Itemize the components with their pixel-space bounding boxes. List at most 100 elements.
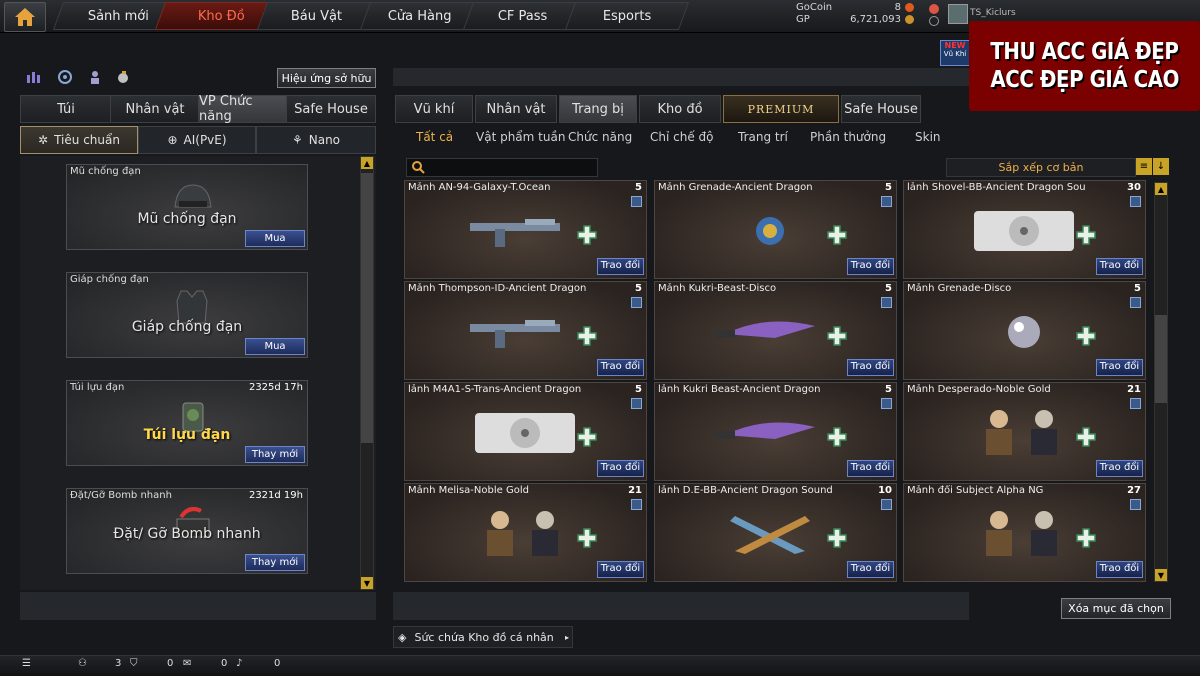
trash-icon[interactable] xyxy=(881,297,892,308)
trash-icon[interactable] xyxy=(1130,398,1141,409)
menu-icon[interactable]: ☰ xyxy=(22,658,31,669)
trash-icon[interactable] xyxy=(631,398,642,409)
avatar[interactable] xyxy=(948,4,968,24)
filter-decoration[interactable]: Trang trí xyxy=(738,130,788,144)
home-button[interactable] xyxy=(4,2,46,32)
new-weapon-badge[interactable]: NEW Vũ Khí xyxy=(940,40,970,66)
trash-icon[interactable] xyxy=(881,499,892,510)
scroll-up-icon[interactable]: ▲ xyxy=(1155,183,1167,195)
sort-order-icon[interactable]: ↓ xyxy=(1153,158,1169,175)
trade-button[interactable]: Trao đổi xyxy=(1096,561,1143,578)
filter-functional[interactable]: Chức năng xyxy=(568,130,632,144)
renew-button[interactable]: Thay mới xyxy=(245,446,305,463)
nav-tab-treasure[interactable]: Báu Vật xyxy=(256,2,378,30)
storage-capacity-button[interactable]: ◈ Sức chứa Kho đồ cá nhân ▸ xyxy=(393,626,573,648)
sound-icon[interactable]: ♪ xyxy=(236,658,242,669)
list-item[interactable]: Đặt/Gỡ Bomb nhanh 2321d 19h Đặt/ Gỡ Bomb… xyxy=(66,488,308,574)
filter-skin[interactable]: Skin xyxy=(915,130,941,144)
trade-button[interactable]: Trao đổi xyxy=(1096,258,1143,275)
clear-selected-button[interactable]: Xóa mục đã chọn xyxy=(1061,598,1171,619)
clan-icon[interactable]: ⛉ xyxy=(130,658,138,669)
buy-button[interactable]: Mua xyxy=(245,338,305,355)
list-item[interactable]: Túi lựu đạn 2325d 17h Túi lựu đạn Thay m… xyxy=(66,380,308,466)
subtab-standard[interactable]: ✲ Tiêu chuẩn xyxy=(20,126,138,154)
item-card[interactable]: Mảnh Melisa-Noble Gold 21 Trao đổi xyxy=(404,483,647,582)
tab-premium[interactable]: PREMIUM xyxy=(723,95,839,123)
nav-tab-cfpass[interactable]: CF Pass xyxy=(462,2,584,30)
trash-icon[interactable] xyxy=(631,499,642,510)
nav-tab-esports[interactable]: Esports xyxy=(564,2,690,30)
add-coin-icon[interactable] xyxy=(929,4,939,14)
trade-button[interactable]: Trao đổi xyxy=(597,460,644,477)
list-view-icon[interactable]: ≡ xyxy=(1136,158,1152,175)
subtab-ai-pve[interactable]: ⊕ AI(PvE) xyxy=(138,126,256,154)
scroll-down-icon[interactable]: ▼ xyxy=(361,577,373,589)
item-name: Giáp chống đạn xyxy=(131,319,243,335)
item-card[interactable]: Mảnh đổi Subject Alpha NG 27 Trao đổi xyxy=(903,483,1146,582)
list-item[interactable]: Giáp chống đạn Giáp chống đạn Mua xyxy=(66,272,308,358)
item-card[interactable]: lảnh D.E-BB-Ancient Dragon Sound 10 Trao đ… xyxy=(654,483,897,582)
tab-equipment[interactable]: Trang bị xyxy=(559,95,637,123)
trash-icon[interactable] xyxy=(631,297,642,308)
search-input[interactable] xyxy=(406,158,598,177)
filter-all[interactable]: Tất cả xyxy=(416,130,453,144)
renew-button[interactable]: Thay mới xyxy=(245,554,305,571)
trade-button[interactable]: Trao đổi xyxy=(597,258,644,275)
trade-button[interactable]: Trao đổi xyxy=(847,460,894,477)
nav-tab-shop[interactable]: Cửa Hàng xyxy=(359,2,481,30)
scroll-thumb[interactable] xyxy=(361,173,373,443)
tab-storage[interactable]: Kho đồ xyxy=(639,95,721,123)
party-icon[interactable]: ⚇ xyxy=(78,658,87,669)
trash-icon[interactable] xyxy=(1130,499,1141,510)
trade-button[interactable]: Trao đổi xyxy=(1096,460,1143,477)
trade-button[interactable]: Trao đổi xyxy=(1096,359,1143,376)
right-scrollbar[interactable]: ▲ ▼ xyxy=(1154,182,1168,582)
left-scrollbar[interactable]: ▲ ▼ xyxy=(360,156,374,590)
scroll-thumb[interactable] xyxy=(1155,315,1167,403)
filter-weekly[interactable]: Vật phẩm tuần xyxy=(476,130,565,144)
trade-button[interactable]: Trao đổi xyxy=(847,359,894,376)
list-item[interactable]: Mũ chống đạn Mũ chống đạn Mua xyxy=(66,164,308,250)
trade-button[interactable]: Trao đổi xyxy=(597,359,644,376)
item-card[interactable]: Mảnh Thompson-ID-Ancient Dragon 5 Trao đổi xyxy=(404,281,647,380)
filter-rewards[interactable]: Phần thưởng xyxy=(810,130,886,144)
sort-dropdown[interactable]: Sắp xếp cơ bản xyxy=(946,158,1136,177)
item-count: 5 xyxy=(885,283,892,294)
trade-button[interactable]: Trao đổi xyxy=(847,258,894,275)
eye-icon[interactable] xyxy=(56,68,74,86)
grenade-icon[interactable] xyxy=(114,68,132,86)
item-card[interactable]: Mảnh Desperado-Noble Gold 21 Trao đổi xyxy=(903,382,1146,481)
item-card[interactable]: Mảnh Kukri-Beast-Disco 5 Trao đổi xyxy=(654,281,897,380)
trade-button[interactable]: Trao đổi xyxy=(847,561,894,578)
filter-mode-only[interactable]: Chỉ chế độ xyxy=(650,130,714,144)
owned-effects-button[interactable]: Hiệu ứng sở hữu xyxy=(277,68,376,88)
group-icon[interactable] xyxy=(24,68,42,86)
item-name: lảnh D.E-BB-Ancient Dragon Sound xyxy=(658,485,833,496)
trash-icon[interactable] xyxy=(631,196,642,207)
trade-button[interactable]: Trao đổi xyxy=(597,561,644,578)
tab-safe-house[interactable]: Safe House xyxy=(286,95,376,123)
buy-button[interactable]: Mua xyxy=(245,230,305,247)
item-card[interactable]: lảnh Kukri Beast-Ancient Dragon 5 Trao đổi xyxy=(654,382,897,481)
scroll-up-icon[interactable]: ▲ xyxy=(361,157,373,169)
tab-bag[interactable]: Túi xyxy=(20,95,112,123)
refresh-icon[interactable] xyxy=(929,16,939,26)
item-card[interactable]: Mảnh Grenade-Ancient Dragon 5 Trao đổi xyxy=(654,180,897,279)
trash-icon[interactable] xyxy=(1130,196,1141,207)
scroll-down-icon[interactable]: ▼ xyxy=(1155,569,1167,581)
item-card[interactable]: Mảnh Grenade-Disco 5 Trao đổi xyxy=(903,281,1146,380)
tab-functional-items[interactable]: VP Chức năng xyxy=(198,94,288,124)
tab-weapons[interactable]: Vũ khí xyxy=(395,95,473,123)
character-icon[interactable] xyxy=(86,68,104,86)
item-card[interactable]: lảnh M4A1-S-Trans-Ancient Dragon 5 Trao đổ… xyxy=(404,382,647,481)
trash-icon[interactable] xyxy=(881,398,892,409)
tab-characters[interactable]: Nhân vật xyxy=(475,95,557,123)
tab-safe-house-right[interactable]: Safe House xyxy=(841,95,921,123)
trash-icon[interactable] xyxy=(1130,297,1141,308)
chat-icon[interactable]: ✉ xyxy=(183,658,191,669)
trash-icon[interactable] xyxy=(881,196,892,207)
subtab-nano[interactable]: ⚘ Nano xyxy=(256,126,376,154)
item-card[interactable]: Mảnh AN-94-Galaxy-T.Ocean 5 Trao đổi xyxy=(404,180,647,279)
item-card[interactable]: lảnh Shovel-BB-Ancient Dragon Sou 30 Trao … xyxy=(903,180,1146,279)
tab-character[interactable]: Nhân vật xyxy=(110,95,200,123)
